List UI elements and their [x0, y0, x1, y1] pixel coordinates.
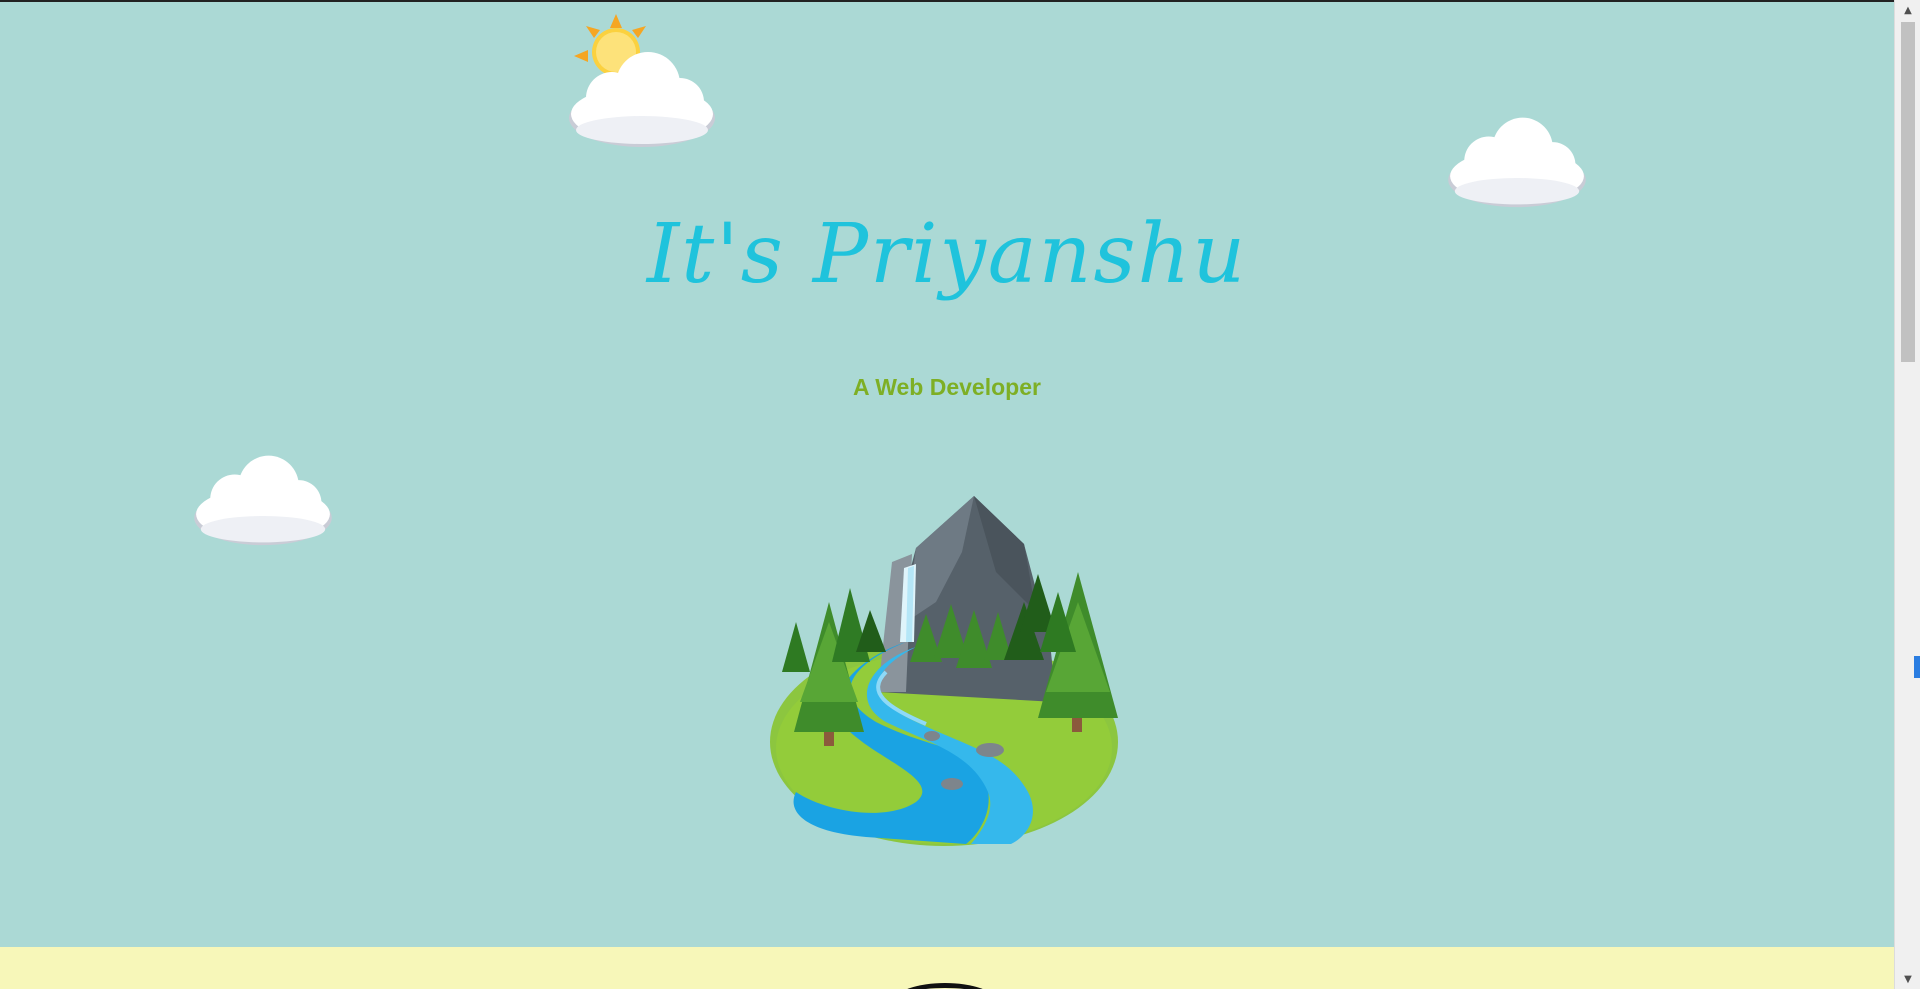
edge-indicator: [1914, 656, 1920, 678]
next-section-graphic: [895, 983, 995, 989]
landscape-icon: [770, 496, 1118, 846]
scroll-up-arrow-icon[interactable]: ▲: [1895, 2, 1920, 20]
page-title: It's Priyanshu: [646, 207, 1248, 302]
scroll-down-arrow-icon[interactable]: ▼: [1895, 971, 1920, 989]
next-section: [0, 947, 1894, 989]
vertical-scrollbar[interactable]: ▲ ▼: [1894, 0, 1920, 989]
cloud-icon: [1448, 117, 1586, 208]
scrollbar-thumb[interactable]: [1901, 22, 1915, 362]
cloud-icon: [194, 455, 332, 546]
page-subtitle: A Web Developer: [853, 374, 1041, 400]
hero-section: It's Priyanshu A Web Developer: [0, 2, 1894, 947]
cloud-icon: [569, 52, 715, 147]
